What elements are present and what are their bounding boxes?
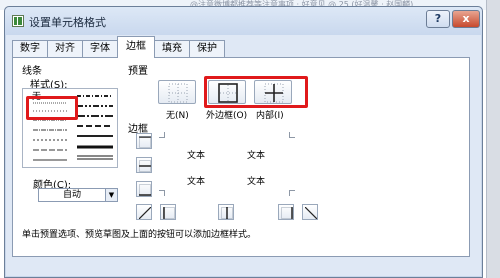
preset-outline-label: 外边框(O): [206, 111, 248, 121]
preview-corner: [289, 190, 295, 196]
tab-font[interactable]: 字体: [82, 40, 118, 57]
tab-protection[interactable]: 保护: [189, 40, 225, 57]
preset-inside-label: 内部(I): [256, 111, 284, 121]
color-dropdown[interactable]: 自动 ▼: [38, 188, 118, 202]
tab-fill[interactable]: 填充: [154, 40, 190, 57]
preview-text: 文本: [247, 177, 266, 187]
border-right-icon: [281, 207, 293, 219]
diagonal-down-icon: [305, 207, 317, 219]
border-preview[interactable]: 文本 文本 文本 文本: [159, 132, 295, 196]
border-inside-vertical-icon: [221, 207, 233, 219]
preview-corner: [159, 190, 165, 196]
border-right-button[interactable]: [278, 204, 294, 220]
dialog-title: 设置单元格格式: [29, 16, 106, 29]
preset-none-label: 无(N): [166, 111, 189, 121]
help-button[interactable]: ?: [426, 10, 450, 28]
border-bottom-button[interactable]: [136, 181, 152, 197]
line-style-highlight: [26, 96, 78, 120]
preview-text: 文本: [247, 151, 266, 161]
hint-text: 单击预置选项、预览草图及上面的按钮可以添加边框样式。: [22, 230, 257, 240]
line-group-label: 线条: [22, 66, 42, 77]
presets-group-label: 预置: [128, 66, 148, 77]
preview-corner: [159, 132, 165, 138]
tab-alignment[interactable]: 对齐: [47, 40, 83, 57]
border-bottom-icon: [139, 184, 151, 196]
border-none-icon: [168, 83, 188, 103]
preset-none-button[interactable]: [158, 80, 196, 104]
tab-strip: 数字 对齐 字体 边框 填充 保护: [12, 36, 312, 58]
title-bar: 设置单元格格式 ? x: [5, 7, 482, 35]
border-left-icon: [163, 207, 175, 219]
border-inside-horizontal-button[interactable]: [136, 157, 152, 173]
preview-text: 文本: [187, 177, 206, 187]
tab-border[interactable]: 边框: [117, 36, 155, 58]
border-inside-horizontal-icon: [139, 160, 151, 172]
diagonal-up-icon: [139, 207, 151, 219]
border-diagonal-up-button[interactable]: [136, 204, 152, 220]
preview-corner: [289, 132, 295, 138]
border-diagonal-down-button[interactable]: [302, 204, 318, 220]
tab-number[interactable]: 数字: [12, 40, 48, 57]
preview-text: 文本: [187, 151, 206, 161]
color-value: 自动: [62, 190, 81, 200]
excel-app-icon: [12, 15, 24, 27]
preset-highlight: [204, 76, 308, 108]
border-top-button[interactable]: [136, 133, 152, 149]
border-inside-vertical-button[interactable]: [218, 204, 234, 220]
border-left-button[interactable]: [160, 204, 176, 220]
border-top-icon: [139, 136, 151, 148]
close-button[interactable]: x: [452, 10, 480, 28]
background-scrollbar: [486, 0, 500, 278]
chevron-down-icon[interactable]: ▼: [105, 189, 117, 201]
